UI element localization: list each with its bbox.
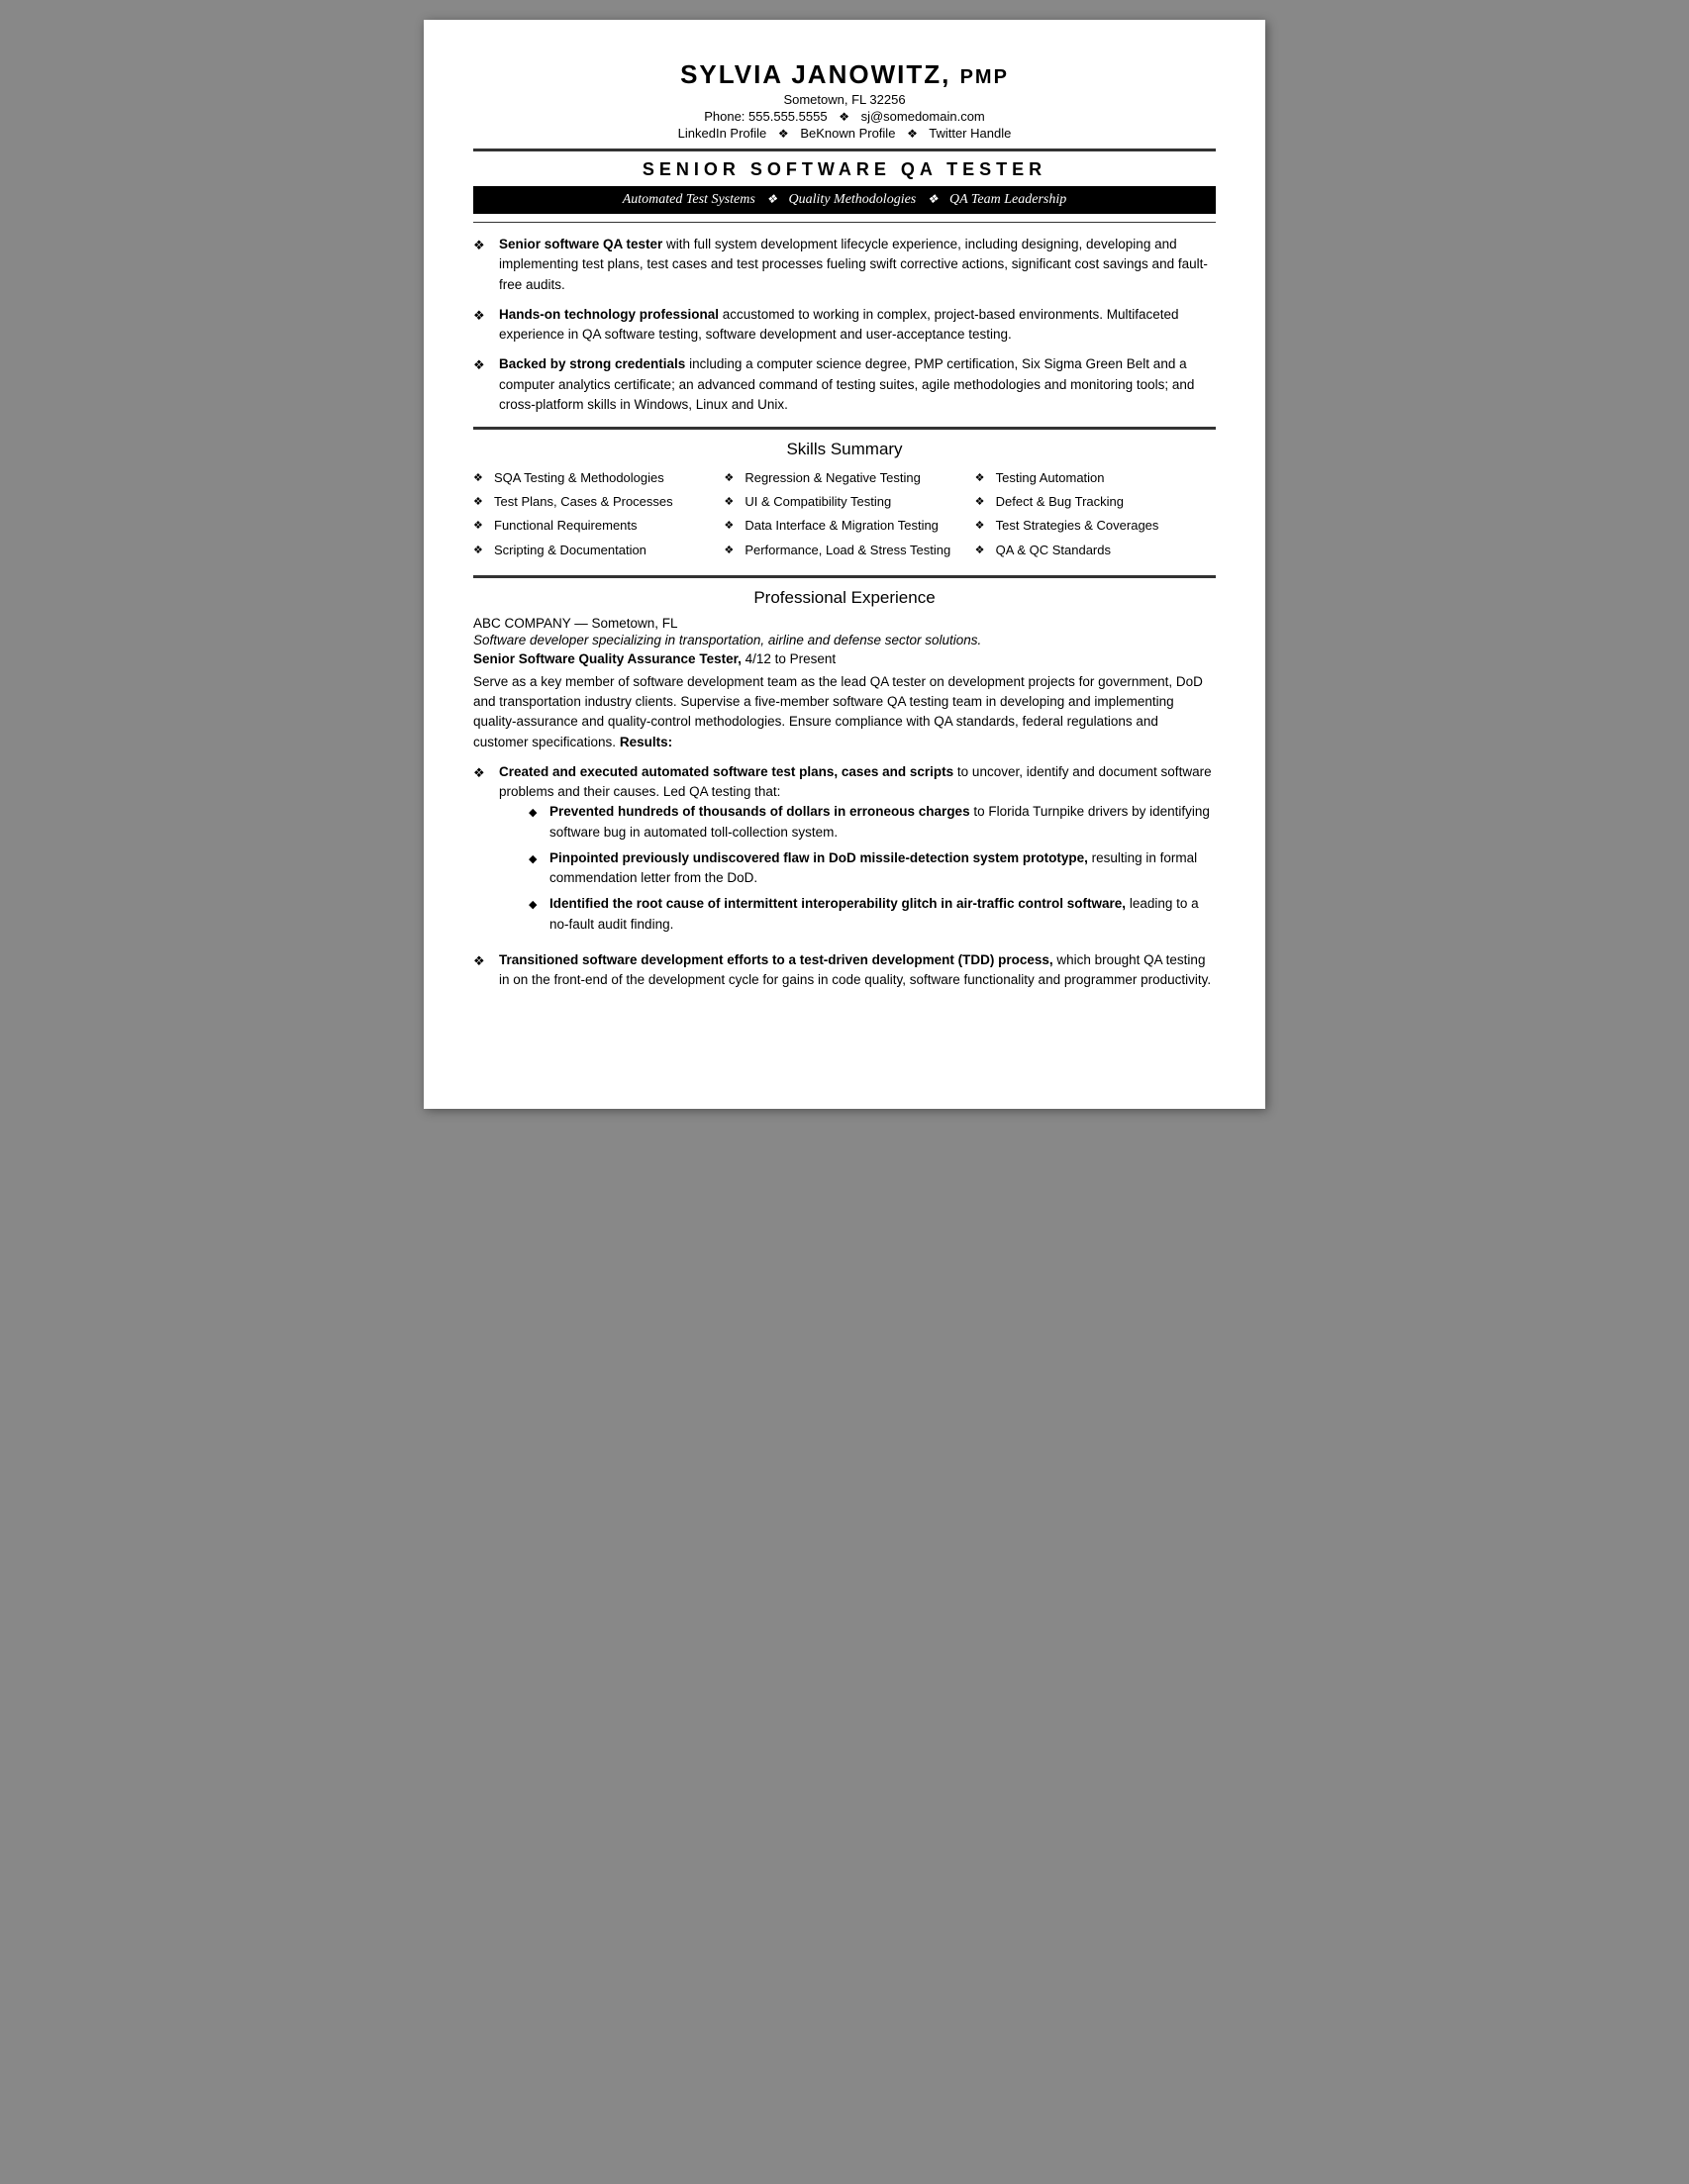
skill-diamond: ❖	[473, 495, 489, 510]
skill-item: ❖ Test Plans, Cases & Processes	[473, 493, 714, 511]
summary-bold-2: Hands-on technology professional	[499, 307, 719, 322]
summary-bullet-2: ❖ Hands-on technology professional accus…	[473, 305, 1216, 346]
skill-item: ❖ QA & QC Standards	[975, 542, 1216, 559]
skill-item: ❖ Data Interface & Migration Testing	[724, 517, 964, 535]
sub-bullet-1-1: ◆ Prevented hundreds of thousands of dol…	[529, 802, 1216, 843]
experience-bullets: ❖ Created and executed automated softwar…	[473, 762, 1216, 991]
skill-item: ❖ Scripting & Documentation	[473, 542, 714, 559]
skill-item: ❖ Regression & Negative Testing	[724, 469, 964, 487]
job-title-bold: Senior Software Quality Assurance Tester…	[473, 651, 742, 666]
skills-col-2: ❖ Regression & Negative Testing ❖ UI & C…	[724, 469, 964, 565]
summary-bullet-3: ❖ Backed by strong credentials including…	[473, 354, 1216, 415]
exp-bullet-2: ❖ Transitioned software development effo…	[473, 950, 1216, 991]
skill-item: ❖ SQA Testing & Methodologies	[473, 469, 714, 487]
bullet-diamond-1: ❖	[473, 236, 493, 255]
skill-diamond: ❖	[724, 495, 740, 510]
summary-section: ❖ Senior software QA tester with full sy…	[473, 235, 1216, 415]
phone-email-line: Phone: 555.555.5555 ❖ sj@somedomain.com	[473, 109, 1216, 124]
exp-bullet-diamond-1: ❖	[473, 763, 493, 783]
city-line: Sometown, FL 32256	[473, 92, 1216, 107]
sub-diamond-1-3: ◆	[529, 897, 545, 914]
skill-diamond: ❖	[975, 519, 991, 534]
skill-item: ❖ Testing Automation	[975, 469, 1216, 487]
skill-item: ❖ Functional Requirements	[473, 517, 714, 535]
header-divider	[473, 149, 1216, 151]
summary-bold-3: Backed by strong credentials	[499, 356, 685, 371]
job-title-line: Senior Software Quality Assurance Tester…	[473, 651, 1216, 666]
resume-header: SYLVIA JANOWITZ, PMP Sometown, FL 32256 …	[473, 59, 1216, 141]
job-description: Serve as a key member of software develo…	[473, 672, 1216, 752]
exp-bullet-1: ❖ Created and executed automated softwar…	[473, 762, 1216, 941]
resume-page: SYLVIA JANOWITZ, PMP Sometown, FL 32256 …	[424, 20, 1265, 1109]
tagline-sep-2: ❖	[928, 192, 939, 207]
company-name: ABC COMPANY — Sometown, FL	[473, 616, 1216, 631]
skills-title: Skills Summary	[473, 440, 1216, 459]
sub-bullet-bold: Prevented hundreds of thousands of dolla…	[549, 804, 970, 819]
tagline-bar: Automated Test Systems ❖ Quality Methodo…	[473, 186, 1216, 214]
summary-bullet-1: ❖ Senior software QA tester with full sy…	[473, 235, 1216, 295]
sub-bullet-1-3: ◆ Identified the root cause of intermitt…	[529, 894, 1216, 935]
skill-diamond: ❖	[724, 519, 740, 534]
skills-col-3: ❖ Testing Automation ❖ Defect & Bug Trac…	[975, 469, 1216, 565]
results-label: Results:	[620, 735, 672, 749]
skill-diamond: ❖	[724, 544, 740, 558]
job-title-rest: 4/12 to Present	[742, 651, 836, 666]
skills-section: Skills Summary ❖ SQA Testing & Methodolo…	[473, 440, 1216, 565]
tagline-divider	[473, 222, 1216, 223]
separator-3: ❖	[907, 127, 918, 141]
separator-2: ❖	[778, 127, 789, 141]
sub-diamond-1-1: ◆	[529, 805, 545, 822]
company-description: Software developer specializing in trans…	[473, 633, 1216, 647]
candidate-name: SYLVIA JANOWITZ, PMP	[473, 59, 1216, 90]
sub-bullet-bold: Identified the root cause of intermitten…	[549, 896, 1126, 911]
sub-bullet-1-2: ◆ Pinpointed previously undiscovered fla…	[529, 848, 1216, 889]
skill-diamond: ❖	[473, 544, 489, 558]
skill-item: ❖ Performance, Load & Stress Testing	[724, 542, 964, 559]
experience-title: Professional Experience	[473, 588, 1216, 608]
skills-col-1: ❖ SQA Testing & Methodologies ❖ Test Pla…	[473, 469, 714, 565]
sub-bullet-bold: Pinpointed previously undiscovered flaw …	[549, 850, 1088, 865]
skill-diamond: ❖	[975, 544, 991, 558]
bullet-diamond-2: ❖	[473, 306, 493, 326]
skill-item: ❖ Test Strategies & Coverages	[975, 517, 1216, 535]
experience-section: Professional Experience ABC COMPANY — So…	[473, 588, 1216, 991]
bullet-diamond-3: ❖	[473, 355, 493, 375]
sub-bullets-1: ◆ Prevented hundreds of thousands of dol…	[529, 802, 1216, 935]
skill-diamond: ❖	[473, 471, 489, 486]
summary-divider	[473, 427, 1216, 430]
job-title: SENIOR SOFTWARE QA TESTER	[473, 159, 1216, 180]
social-line: LinkedIn Profile ❖ BeKnown Profile ❖ Twi…	[473, 126, 1216, 141]
exp-bullet-diamond-2: ❖	[473, 951, 493, 971]
exp-bullet-2-bold: Transitioned software development effort…	[499, 952, 1053, 967]
skill-item: ❖ Defect & Bug Tracking	[975, 493, 1216, 511]
skills-columns: ❖ SQA Testing & Methodologies ❖ Test Pla…	[473, 469, 1216, 565]
skill-diamond: ❖	[724, 471, 740, 486]
summary-bold-1: Senior software QA tester	[499, 237, 662, 251]
tagline-sep-1: ❖	[766, 192, 777, 207]
skills-divider	[473, 575, 1216, 578]
separator-1: ❖	[839, 110, 849, 124]
skill-diamond: ❖	[473, 519, 489, 534]
skill-diamond: ❖	[975, 495, 991, 510]
sub-diamond-1-2: ◆	[529, 851, 545, 868]
skill-diamond: ❖	[975, 471, 991, 486]
exp-bullet-1-bold: Created and executed automated software …	[499, 764, 953, 779]
skill-item: ❖ UI & Compatibility Testing	[724, 493, 964, 511]
